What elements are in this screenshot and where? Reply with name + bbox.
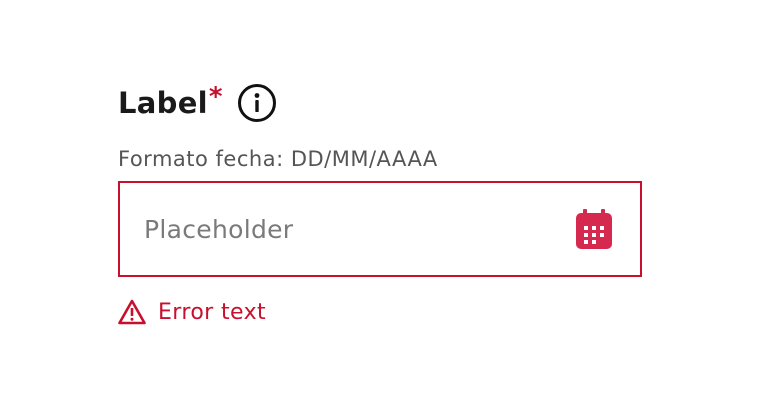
- field-label: Label: [118, 86, 208, 120]
- label-row: Label *: [118, 82, 642, 123]
- date-format-hint: Formato fecha: DD/MM/AAAA: [118, 147, 438, 171]
- info-icon[interactable]: [237, 83, 277, 123]
- date-field: Label * Formato fecha: DD/MM/AAAA Placeh…: [118, 82, 642, 327]
- warning-icon: [118, 299, 146, 325]
- error-text: Error text: [158, 299, 267, 325]
- required-marker: *: [208, 82, 223, 112]
- error-message: Error text: [118, 297, 642, 327]
- date-input-container[interactable]: [118, 181, 642, 277]
- calendar-icon[interactable]: [575, 208, 613, 250]
- date-input[interactable]: [144, 214, 524, 244]
